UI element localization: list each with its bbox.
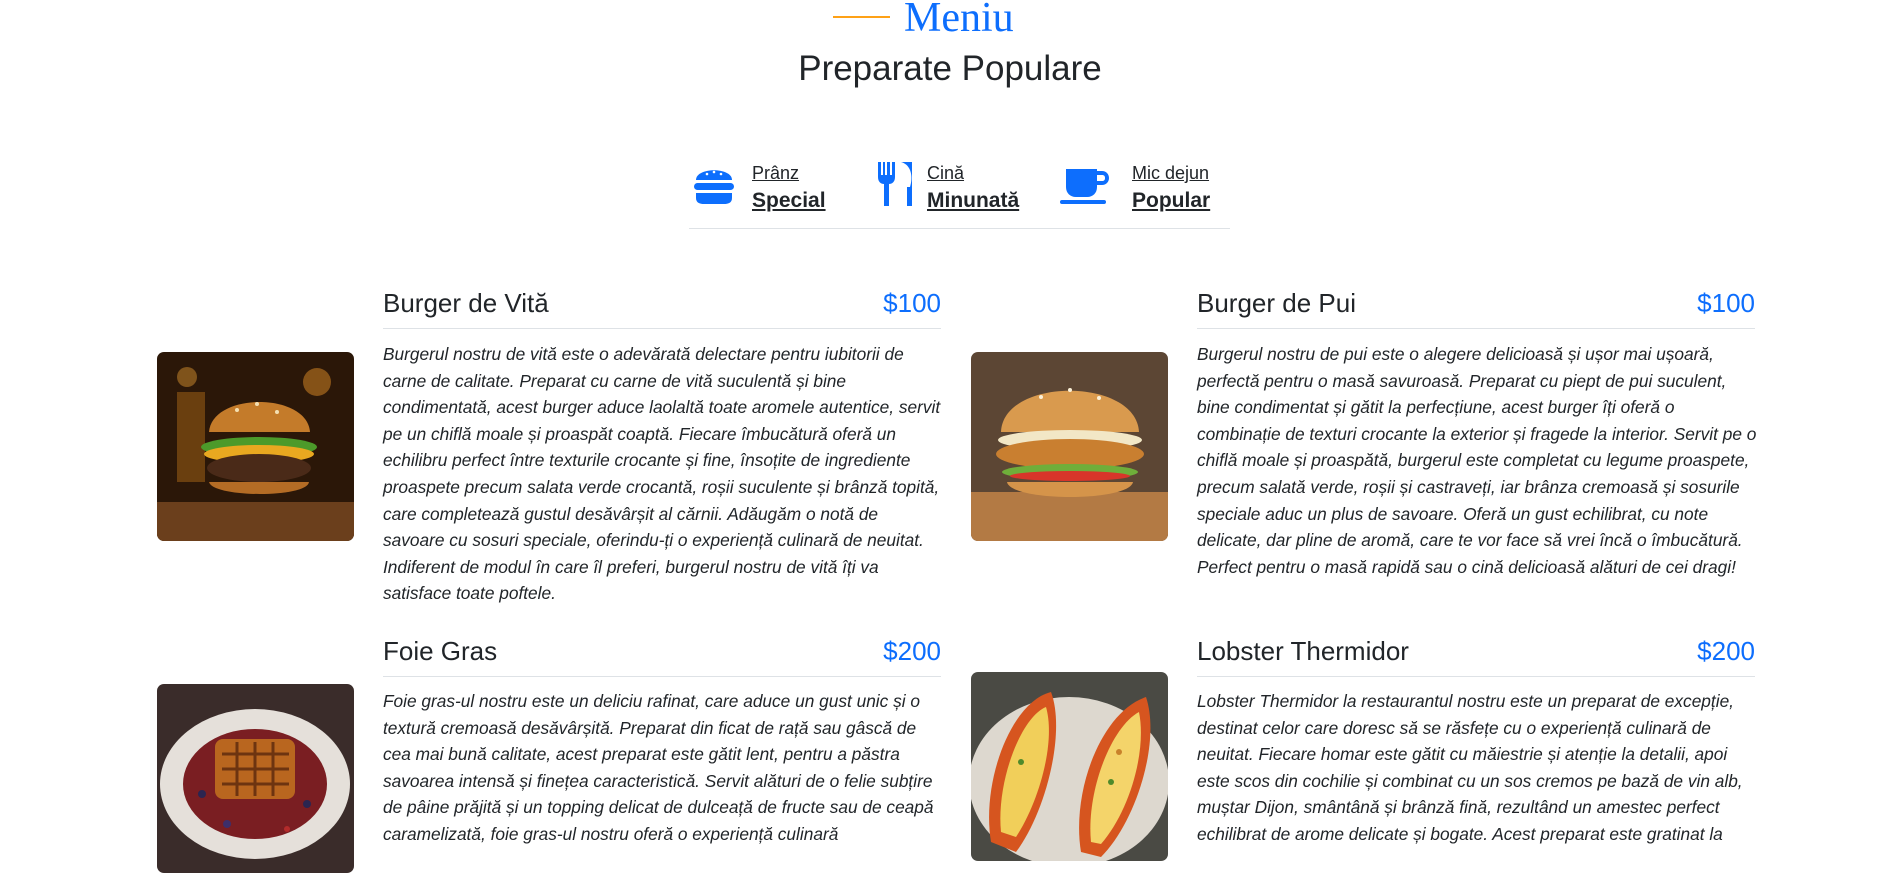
subtitle-decor-line <box>833 16 890 18</box>
tab-breakfast-small: Mic dejun <box>1132 163 1210 183</box>
utensils-icon <box>875 162 925 208</box>
tab-breakfast-big: Popular <box>1132 189 1211 212</box>
tab-dinner-big: Minunată <box>927 189 1020 212</box>
tab-dinner[interactable]: Cină Minunată <box>875 158 1025 212</box>
section-subtitle-row: Meniu <box>0 0 1900 41</box>
hamburger-icon <box>689 162 739 208</box>
menu-item-description: Burgerul nostru de pui este o alegere de… <box>1197 344 1757 577</box>
menu-item-description: Lobster Thermidor la restaurantul nostru… <box>1197 691 1743 844</box>
menu-item-name: Foie Gras <box>383 636 498 666</box>
menu-item-divider <box>383 676 941 677</box>
tab-dinner-small: Cină <box>927 163 965 183</box>
tab-lunch[interactable]: Prânz Special <box>689 158 839 212</box>
section-subtitle: Meniu <box>904 0 1014 41</box>
menu-item: Lobster Thermidor $200 Lobster Thermidor… <box>971 626 1755 866</box>
menu-item-price: $100 <box>1697 288 1755 318</box>
section-title: Preparate Populare <box>798 49 1102 88</box>
menu-item-price: $200 <box>883 636 941 666</box>
menu-item-name: Burger de Pui <box>1197 288 1356 318</box>
menu-item: Foie Gras $200 Foie gras-ul nostru este … <box>157 626 941 873</box>
menu-item-price: $200 <box>1697 636 1755 666</box>
menu-item-image <box>971 672 1168 861</box>
menu-item-divider <box>1197 676 1755 677</box>
menu-item-description: Foie gras-ul nostru este un deliciu rafi… <box>383 691 934 844</box>
menu-item-image <box>971 352 1168 541</box>
menu-item: Burger de Pui $100 Burgerul nostru de pu… <box>971 280 1757 610</box>
menu-item-description: Burgerul nostru de vită este o adevărată… <box>383 344 941 604</box>
menu-item-divider <box>383 328 941 329</box>
tab-breakfast[interactable]: Mic dejun Popular <box>1059 158 1229 212</box>
menu-item-name: Burger de Vită <box>383 288 549 318</box>
menu-item-price: $100 <box>883 288 941 318</box>
menu-tabs: Prânz Special Cină Minunată Mic dejun Po… <box>689 152 1230 229</box>
menu-item: Burger de Vită $100 Burgerul nostru de v… <box>157 280 941 610</box>
menu-item-image <box>157 352 354 541</box>
tab-lunch-small: Prânz <box>752 163 800 183</box>
menu-item-image <box>157 684 354 873</box>
tab-lunch-big: Special <box>752 189 826 212</box>
menu-item-name: Lobster Thermidor <box>1197 636 1409 666</box>
coffee-cup-icon <box>1059 162 1109 208</box>
menu-item-divider <box>1197 328 1755 329</box>
